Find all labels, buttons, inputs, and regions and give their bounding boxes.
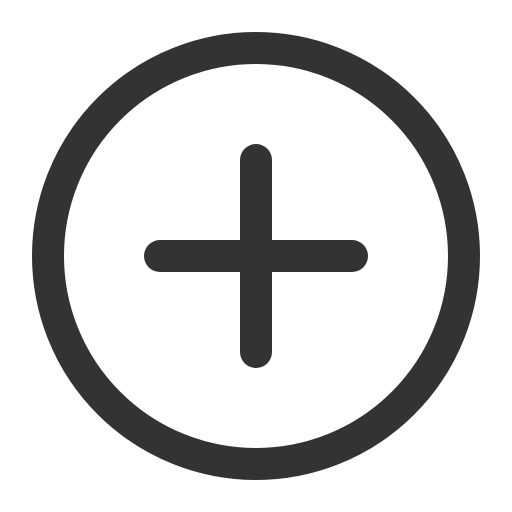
icon-canvas (0, 0, 512, 512)
add-circle-icon[interactable] (0, 0, 512, 512)
add-circle-svg (32, 32, 480, 480)
